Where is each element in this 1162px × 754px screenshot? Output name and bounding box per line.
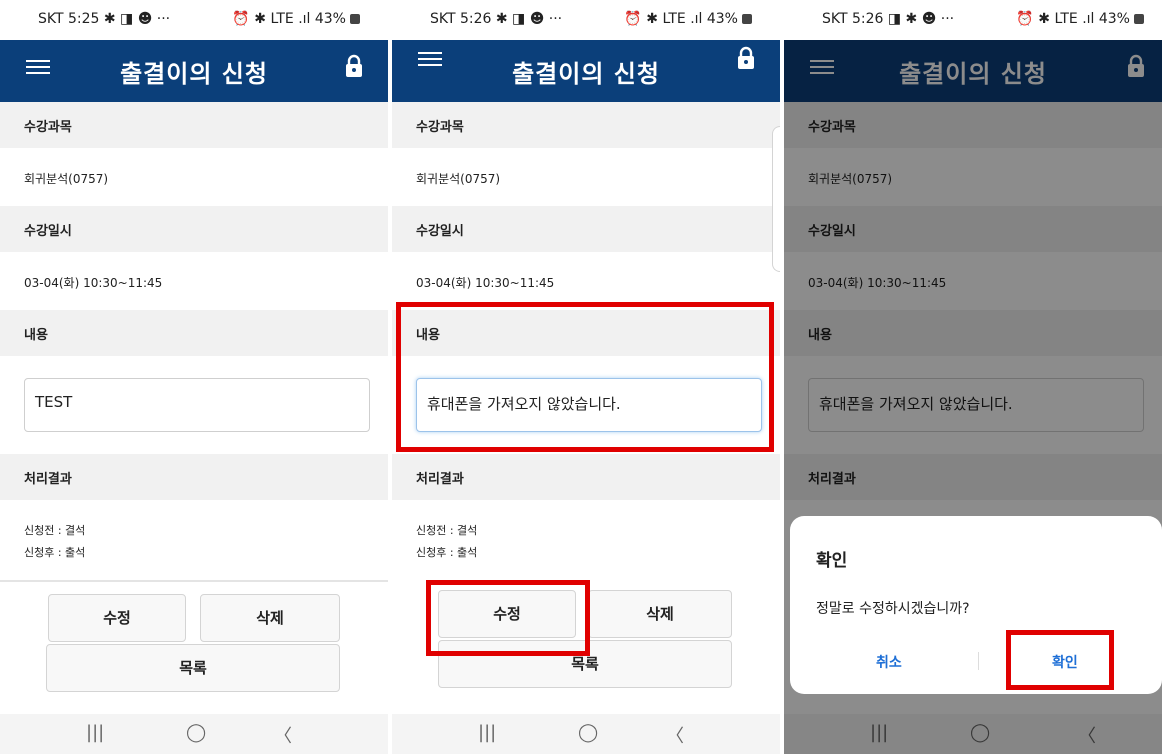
status-right: ⏰ ✱ LTE .ıl 43%	[1016, 11, 1144, 27]
edit-button[interactable]: 수정	[48, 594, 186, 642]
dialog-divider	[978, 652, 979, 670]
scroll-handle[interactable]	[772, 126, 780, 272]
status-right-text: ⏰ ✱ LTE .ıl 43%	[1016, 11, 1130, 27]
phone-screen-3: SKT 5:26 ◨ ✱ ☻ ··· ⏰ ✱ LTE .ıl 43% 출결이의 …	[784, 0, 1162, 754]
dialog-cancel-button[interactable]: 취소	[876, 652, 902, 672]
delete-button[interactable]: 삭제	[200, 594, 340, 642]
recent-apps-icon[interactable]: |||	[86, 722, 104, 743]
recent-apps-icon[interactable]: |||	[478, 722, 496, 743]
status-bar: SKT 5:25 ✱ ◨ ☻ ··· ⏰ ✱ LTE .ıl 43%	[0, 0, 388, 40]
dialog-message: 정말로 수정하시겠습니까?	[816, 601, 970, 617]
highlight-content-box	[396, 302, 774, 452]
status-right: ⏰ ✱ LTE .ıl 43%	[232, 11, 360, 27]
battery-icon	[350, 14, 360, 24]
datetime-value: 03-04(화) 10:30~11:45	[0, 252, 388, 310]
result-block: 신청전 : 결석 신청후 : 출석	[0, 500, 388, 582]
status-left: SKT 5:26 ◨ ✱ ☻ ···	[822, 11, 955, 27]
form-content: 수강과목 회귀분석(0757) 수강일시 03-04(화) 10:30~11:4…	[0, 102, 388, 714]
result-before: 신청전 : 결석	[24, 524, 86, 537]
course-value: 회귀분석(0757)	[392, 148, 780, 206]
result-label: 처리결과	[392, 454, 780, 500]
button-row-2: 목록	[0, 642, 388, 702]
content-label: 내용	[0, 310, 388, 356]
status-right: ⏰ ✱ LTE .ıl 43%	[624, 11, 752, 27]
android-nav-bar: ||| ◯ 〈	[392, 714, 780, 754]
status-left: SKT 5:26 ✱ ◨ ☻ ···	[430, 11, 563, 27]
page-title: 출결이의 신청	[512, 60, 660, 88]
back-icon[interactable]: 〈	[666, 722, 684, 748]
lock-icon[interactable]	[344, 54, 364, 78]
back-icon[interactable]: 〈	[274, 722, 292, 748]
status-right-text: ⏰ ✱ LTE .ıl 43%	[624, 11, 738, 27]
app-bar: 출결이의 신청	[0, 40, 388, 102]
course-value: 회귀분석(0757)	[0, 148, 388, 206]
highlight-edit-button	[426, 580, 590, 656]
phone-screen-1: SKT 5:25 ✱ ◨ ☻ ··· ⏰ ✱ LTE .ıl 43% 출결이의 …	[0, 0, 388, 754]
status-right-text: ⏰ ✱ LTE .ıl 43%	[232, 11, 346, 27]
battery-icon	[742, 14, 752, 24]
datetime-label: 수강일시	[392, 206, 780, 252]
button-row: 수정 삭제	[0, 582, 388, 642]
battery-icon	[1134, 14, 1144, 24]
status-left: SKT 5:25 ✱ ◨ ☻ ···	[38, 11, 171, 27]
delete-button[interactable]: 삭제	[588, 590, 732, 638]
home-icon[interactable]: ◯	[578, 722, 598, 743]
result-after: 신청후 : 출석	[416, 546, 478, 559]
page-title: 출결이의 신청	[120, 60, 268, 88]
dialog-title: 확인	[816, 551, 848, 571]
screenshot-strip: SKT 5:25 ✱ ◨ ☻ ··· ⏰ ✱ LTE .ıl 43% 출결이의 …	[0, 0, 1162, 754]
app-bar: 출결이의 신청	[392, 40, 780, 102]
content-textarea[interactable]: TEST	[24, 378, 370, 432]
course-label: 수강과목	[392, 102, 780, 148]
datetime-label: 수강일시	[0, 206, 388, 252]
phone-screen-2: SKT 5:26 ✱ ◨ ☻ ··· ⏰ ✱ LTE .ıl 43% 출결이의 …	[392, 0, 780, 754]
highlight-ok-button	[1006, 630, 1114, 690]
status-bar: SKT 5:26 ✱ ◨ ☻ ··· ⏰ ✱ LTE .ıl 43%	[392, 0, 780, 40]
result-before: 신청전 : 결석	[416, 524, 478, 537]
result-after: 신청후 : 출석	[24, 546, 86, 559]
home-icon[interactable]: ◯	[186, 722, 206, 743]
course-label: 수강과목	[0, 102, 388, 148]
android-nav-bar: ||| ◯ 〈	[0, 714, 388, 754]
status-bar: SKT 5:26 ◨ ✱ ☻ ··· ⏰ ✱ LTE .ıl 43%	[784, 0, 1162, 40]
result-block: 신청전 : 결석 신청후 : 출석	[392, 500, 780, 582]
list-button[interactable]: 목록	[46, 644, 340, 692]
content-wrap: TEST	[0, 356, 388, 454]
lock-icon[interactable]	[736, 46, 756, 70]
result-label: 처리결과	[0, 454, 388, 500]
